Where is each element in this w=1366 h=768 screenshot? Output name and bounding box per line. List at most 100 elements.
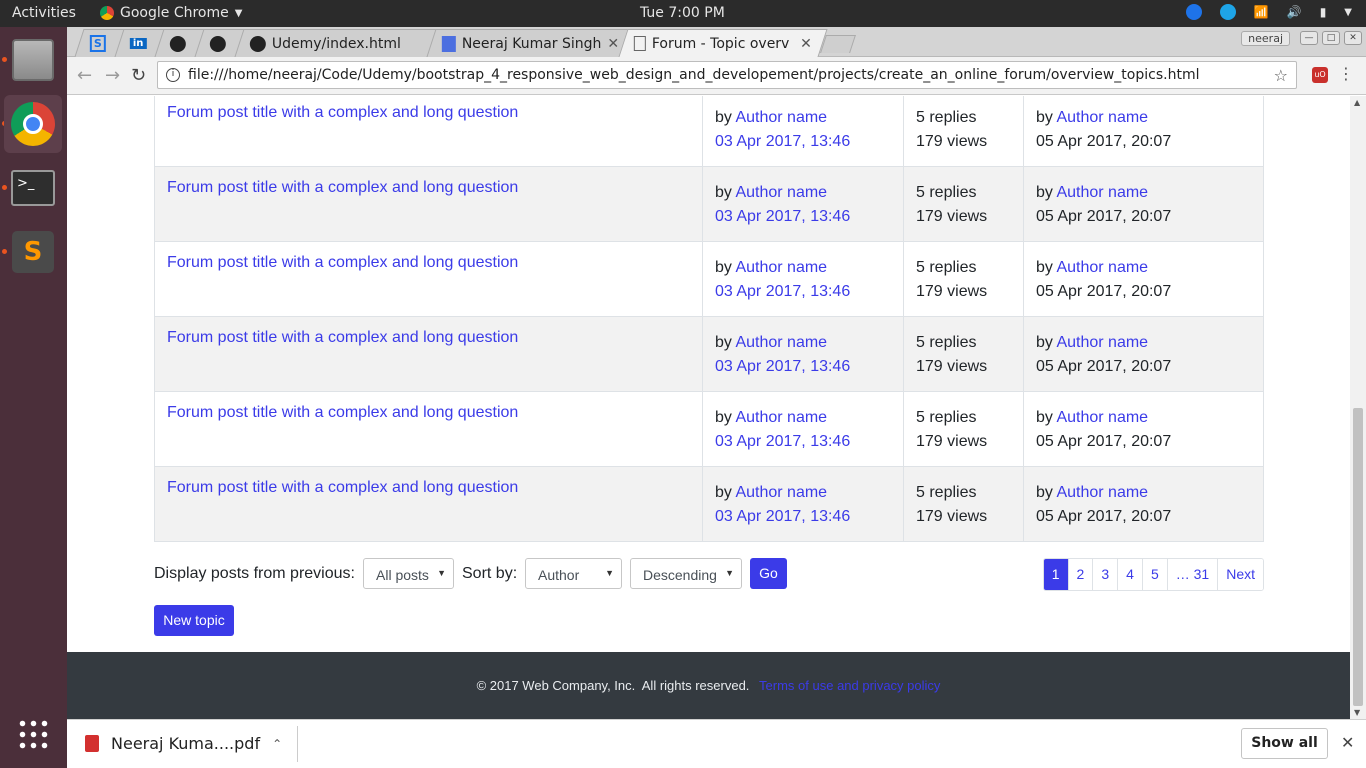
maximize-button[interactable]: □ — [1322, 31, 1340, 45]
page-3[interactable]: 3 — [1092, 559, 1118, 590]
ublock-extension-icon[interactable]: uO — [1312, 67, 1328, 83]
last-author-link[interactable]: Author name — [1056, 259, 1148, 276]
info-icon[interactable]: i — [166, 68, 180, 82]
post-date-link[interactable]: 03 Apr 2017, 13:46 — [715, 208, 850, 225]
last-author-link[interactable]: Author name — [1056, 184, 1148, 201]
table-row: Forum post title with a complex and long… — [154, 166, 1264, 242]
scroll-up-icon[interactable]: ▲ — [1354, 98, 1360, 107]
by-label: by — [1036, 259, 1053, 276]
topic-title-link[interactable]: Forum post title with a complex and long… — [167, 329, 518, 346]
tab[interactable]: Neeraj Kumar Singh ✕ — [426, 29, 632, 57]
scrollbar-thumb[interactable] — [1353, 408, 1363, 706]
author-link[interactable]: Author name — [735, 409, 827, 426]
volume-icon[interactable]: 🔊 — [1287, 5, 1302, 19]
clock[interactable]: Tue 7:00 PM — [640, 5, 725, 21]
last-post-date: 05 Apr 2017, 20:07 — [1036, 358, 1172, 375]
back-icon[interactable]: ← — [77, 65, 92, 86]
author-link[interactable]: Author name — [735, 484, 827, 501]
new-tab-button[interactable] — [820, 35, 856, 53]
terms-link[interactable]: Terms of use and privacy policy — [759, 678, 940, 693]
chrome-icon — [100, 6, 114, 20]
next-page-button[interactable]: Next — [1217, 559, 1263, 590]
post-date-link[interactable]: 03 Apr 2017, 13:46 — [715, 433, 850, 450]
display-select[interactable]: All posts ▼ — [363, 558, 454, 589]
replies-count: 5 replies — [916, 334, 977, 351]
topic-title-link[interactable]: Forum post title with a complex and long… — [167, 179, 518, 196]
chevron-down-icon[interactable]: ▼ — [1344, 7, 1352, 18]
topic-title-link[interactable]: Forum post title with a complex and long… — [167, 254, 518, 271]
page-5[interactable]: 5 — [1141, 559, 1167, 590]
show-all-button[interactable]: Show all — [1241, 728, 1328, 759]
caret-down-icon: ▼ — [437, 568, 446, 578]
by-label: by — [1036, 334, 1053, 351]
close-icon[interactable]: ✕ — [1341, 733, 1354, 752]
activities-button[interactable]: Activities — [12, 5, 76, 21]
page-31[interactable]: … 31 — [1166, 559, 1218, 590]
terminal-app-icon[interactable]: >_ — [4, 159, 62, 217]
topic-title-link[interactable]: Forum post title with a complex and long… — [167, 479, 518, 496]
tab-active[interactable]: Forum - Topic overv ✕ — [618, 29, 828, 57]
topic-title-link[interactable]: Forum post title with a complex and long… — [167, 104, 518, 121]
address-bar[interactable]: i file:///home/neeraj/Code/Udemy/bootstr… — [157, 61, 1297, 89]
post-date-link[interactable]: 03 Apr 2017, 13:46 — [715, 133, 850, 150]
order-value: Descending — [643, 567, 717, 583]
last-author-link[interactable]: Author name — [1056, 409, 1148, 426]
github-icon — [169, 35, 186, 52]
wifi-icon[interactable]: 📶 — [1254, 5, 1269, 19]
topic-title-link[interactable]: Forum post title with a complex and long… — [167, 404, 518, 421]
chevron-up-icon[interactable]: ⌃ — [272, 737, 282, 751]
views-count: 179 views — [916, 358, 988, 375]
download-item[interactable]: Neeraj Kuma....pdf ⌃ — [85, 734, 282, 753]
skype-icon[interactable] — [1219, 4, 1236, 20]
go-button[interactable]: Go — [750, 558, 787, 589]
close-icon[interactable]: ✕ — [800, 36, 812, 52]
browser-window: S in Udemy/index.html Neeraj Kumar Singh… — [67, 27, 1366, 768]
app-menu[interactable]: Google Chrome ▼ — [100, 5, 242, 21]
author-link[interactable]: Author name — [735, 184, 827, 201]
reload-icon[interactable]: ↻ — [131, 65, 146, 86]
bookmark-star-icon[interactable]: ☆ — [1274, 66, 1288, 85]
replies-count: 5 replies — [916, 484, 977, 501]
new-topic-button[interactable]: New topic — [154, 605, 234, 636]
last-author-link[interactable]: Author name — [1056, 109, 1148, 126]
last-post-date: 05 Apr 2017, 20:07 — [1036, 133, 1172, 150]
views-count: 179 views — [916, 508, 988, 525]
close-icon[interactable]: ✕ — [607, 36, 619, 52]
page-1[interactable]: 1 — [1043, 559, 1068, 590]
system-tray[interactable]: 📶 🔊 ▮ ▼ — [1185, 4, 1352, 20]
teamviewer-icon[interactable] — [1185, 4, 1202, 20]
order-select[interactable]: Descending ▼ — [630, 558, 742, 589]
pdf-file-icon — [85, 735, 99, 752]
last-author-link[interactable]: Author name — [1056, 334, 1148, 351]
minimize-button[interactable]: — — [1300, 31, 1318, 45]
download-shelf: Neeraj Kuma....pdf ⌃ Show all ✕ — [67, 719, 1366, 768]
scroll-down-icon[interactable]: ▼ — [1354, 708, 1360, 717]
sort-select[interactable]: Author ▼ — [525, 558, 622, 589]
chrome-app-icon[interactable] — [4, 95, 62, 153]
tab[interactable]: Udemy/index.html — [234, 29, 440, 57]
battery-icon[interactable]: ▮ — [1320, 5, 1327, 19]
tab-strip: S in Udemy/index.html Neeraj Kumar Singh… — [67, 27, 1366, 57]
vertical-scrollbar[interactable]: ▲ ▼ — [1350, 96, 1366, 719]
last-author-link[interactable]: Author name — [1056, 484, 1148, 501]
menu-dots-icon[interactable]: ⋮ — [1338, 64, 1354, 83]
app-grid-icon[interactable] — [4, 705, 62, 763]
post-date-link[interactable]: 03 Apr 2017, 13:46 — [715, 508, 850, 525]
close-window-button[interactable]: ✕ — [1344, 31, 1362, 45]
sublime-app-icon[interactable]: S — [4, 223, 62, 281]
sort-value: Author — [538, 567, 580, 583]
author-link[interactable]: Author name — [735, 109, 827, 126]
page-4[interactable]: 4 — [1117, 559, 1142, 590]
author-link[interactable]: Author name — [735, 259, 827, 276]
chevron-down-icon: ▼ — [234, 7, 243, 19]
post-date-link[interactable]: 03 Apr 2017, 13:46 — [715, 283, 850, 300]
doc-icon — [441, 35, 456, 52]
post-date-link[interactable]: 03 Apr 2017, 13:46 — [715, 358, 850, 375]
author-link[interactable]: Author name — [735, 334, 827, 351]
forward-icon[interactable]: → — [105, 65, 120, 86]
github-icon — [249, 35, 266, 52]
last-post-cell: by Author name 05 Apr 2017, 20:07 — [1023, 166, 1264, 242]
profile-button[interactable]: neeraj — [1241, 31, 1290, 46]
page-2[interactable]: 2 — [1067, 559, 1093, 590]
files-app-icon[interactable] — [4, 31, 62, 89]
